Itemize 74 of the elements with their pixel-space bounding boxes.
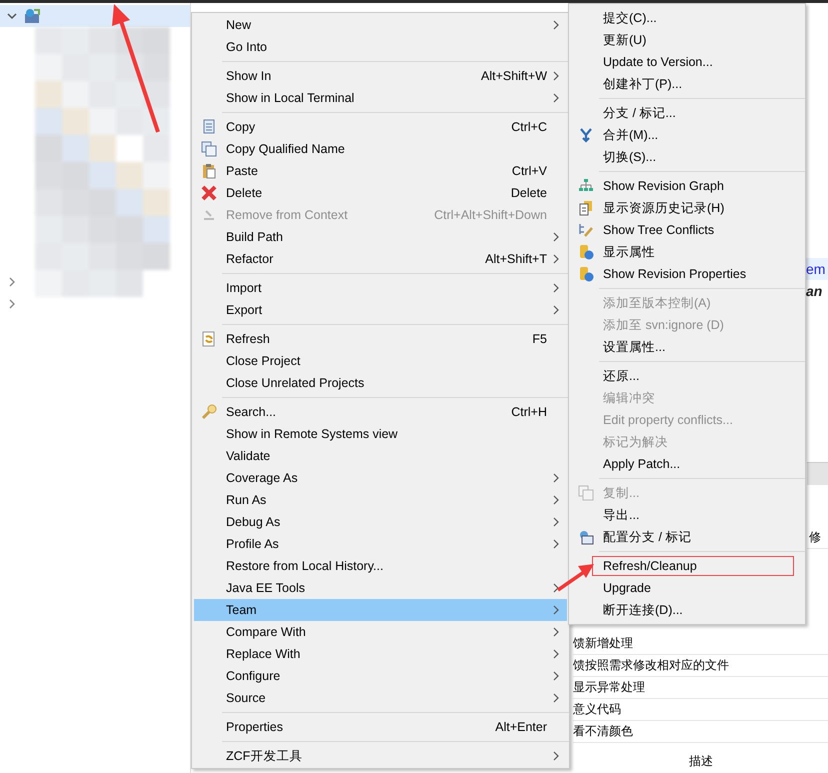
menu-item[interactable]: Replace With: [194, 643, 567, 665]
menu-item[interactable]: 创建补丁(P)...: [571, 73, 803, 95]
menu-item[interactable]: Paste Ctrl+V: [194, 160, 567, 182]
menu-item[interactable]: Profile As: [194, 533, 567, 555]
code-line: an: [806, 282, 824, 301]
project-icon: [24, 8, 40, 24]
clipboard-icon: [201, 163, 217, 179]
menu-item[interactable]: 切换(S)...: [571, 146, 803, 168]
menu-item[interactable]: Apply Patch...: [571, 453, 803, 475]
menu-item[interactable]: Configure: [194, 665, 567, 687]
menu-item[interactable]: Close Unrelated Projects: [194, 372, 567, 394]
branch-config-icon: [578, 529, 594, 545]
menu-item[interactable]: Properties Alt+Enter: [194, 716, 567, 738]
menu-item[interactable]: 配置分支 / 标记: [571, 526, 803, 548]
menu-item[interactable]: 分支 / 标记...: [571, 102, 803, 124]
menu-item[interactable]: Show in Local Terminal: [194, 87, 567, 109]
menu-item[interactable]: Close Project: [194, 350, 567, 372]
menu-item[interactable]: Show Revision Properties: [571, 263, 803, 285]
menu-item[interactable]: 更新(U): [571, 29, 803, 51]
menu-item[interactable]: Upgrade: [571, 577, 803, 599]
menu-item[interactable]: Search... Ctrl+H: [194, 401, 567, 423]
menu-item[interactable]: Refactor Alt+Shift+T: [194, 248, 567, 270]
menu-item[interactable]: Delete Delete: [194, 182, 567, 204]
menu-item[interactable]: 还原...: [571, 365, 803, 387]
menu-item[interactable]: Refresh/Cleanup: [591, 555, 795, 577]
menu-item[interactable]: Show In Alt+Shift+W: [194, 65, 567, 87]
menu-item[interactable]: Export: [194, 299, 567, 321]
menu-item[interactable]: Team: [194, 599, 567, 621]
table-cell: 馈新增处理: [573, 633, 828, 655]
merge-icon: [578, 127, 594, 143]
document-icon: [201, 119, 217, 135]
arrow-annotation: [557, 564, 594, 592]
tree-graph-icon: [578, 178, 594, 194]
menu-item[interactable]: 设置属性...: [571, 336, 803, 358]
menu-item[interactable]: Coverage As: [194, 467, 567, 489]
menu-item[interactable]: Show Tree Conflicts: [571, 219, 803, 241]
column-header: 描述: [689, 753, 713, 770]
copy-icon: [201, 141, 217, 157]
menu-item[interactable]: Restore from Local History...: [194, 555, 567, 577]
menu-item[interactable]: Java EE Tools: [194, 577, 567, 599]
menu-item[interactable]: ZCF开发工具: [194, 745, 567, 767]
menu-item[interactable]: 显示属性: [571, 241, 803, 263]
menu-item[interactable]: 导出...: [571, 504, 803, 526]
menu-item[interactable]: Refresh F5: [194, 328, 567, 350]
table-cell: 馈按照需求修改相对应的文件: [573, 655, 828, 677]
menu-item[interactable]: 显示资源历史记录(H): [571, 197, 803, 219]
menu-item[interactable]: 合并(M)...: [571, 124, 803, 146]
menu-item[interactable]: Compare With: [194, 621, 567, 643]
menu-item[interactable]: Update to Version...: [571, 51, 803, 73]
table-cell: 意义代码: [573, 699, 828, 721]
refresh-icon: [201, 331, 217, 347]
menu-item[interactable]: Import: [194, 277, 567, 299]
menu-item[interactable]: Run As: [194, 489, 567, 511]
menu-item[interactable]: 断开连接(D)...: [571, 599, 803, 621]
menu-item[interactable]: New: [194, 14, 567, 36]
menu-item[interactable]: Show Revision Graph: [571, 175, 803, 197]
properties-icon: [578, 244, 594, 260]
menu-item[interactable]: Go Into: [194, 36, 567, 58]
menu-item[interactable]: Source: [194, 687, 567, 709]
table-cell: 看不清颜色: [573, 721, 828, 743]
history-icon: [578, 200, 594, 216]
menu-item[interactable]: 提交(C)...: [571, 7, 803, 29]
menu-item[interactable]: Copy Qualified Name: [194, 138, 567, 160]
menu-item[interactable]: Copy Ctrl+C: [194, 116, 567, 138]
conflict-icon: [578, 222, 594, 238]
table-cell: 修: [807, 527, 828, 549]
menu-item[interactable]: Debug As: [194, 511, 567, 533]
copy-icon: [578, 485, 594, 501]
menu-item[interactable]: Validate: [194, 445, 567, 467]
table-cell: 显示异常处理: [573, 677, 828, 699]
delete-icon: [201, 185, 217, 201]
menu-item[interactable]: Build Path: [194, 226, 567, 248]
properties-icon: [578, 266, 594, 282]
menu-item[interactable]: Show in Remote Systems view: [194, 423, 567, 445]
